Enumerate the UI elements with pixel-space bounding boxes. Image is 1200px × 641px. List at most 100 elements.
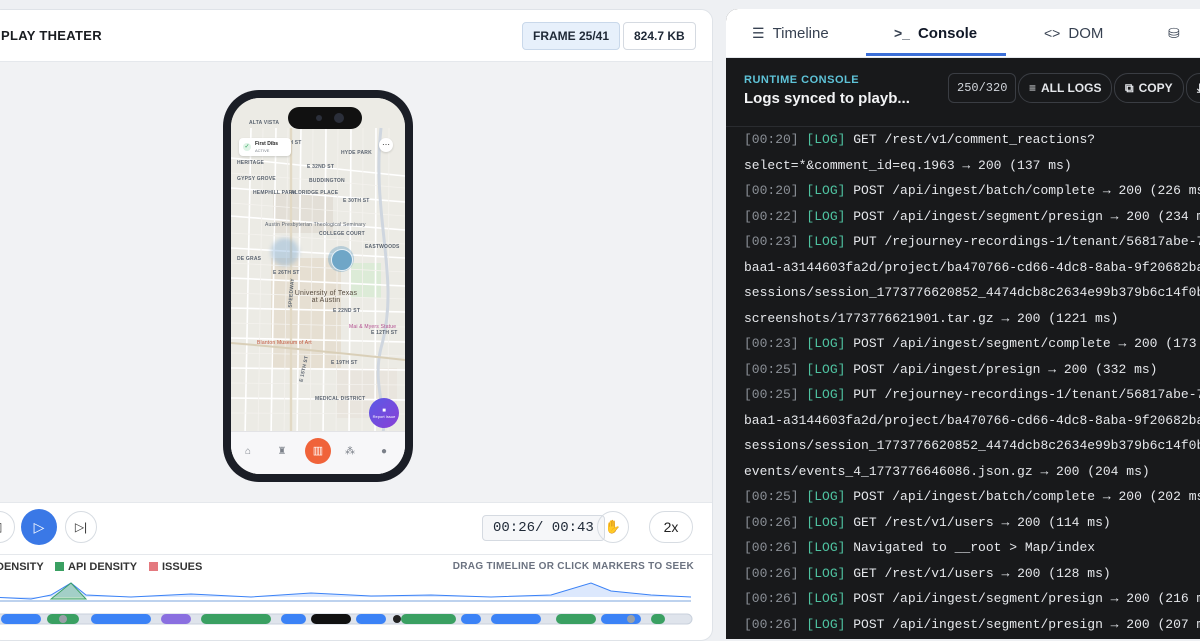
map-label: E 30TH ST [343, 198, 370, 204]
console-title: Logs synced to playb... [744, 90, 910, 107]
log-level: [LOG] [806, 361, 846, 377]
size-badge: 824.7 KB [623, 22, 696, 50]
map-label: HEMPHILL PARK [253, 190, 297, 196]
log-timestamp: [00:26] [744, 565, 799, 581]
map-label: ALDRIDGE PLACE [291, 190, 339, 196]
log-level: [LOG] [806, 336, 846, 351]
log-message: POST /api/ingest/batch/complete → 200 (2… [845, 489, 1200, 504]
speed-button[interactable]: 2x [649, 511, 693, 543]
log-level: [LOG] [806, 565, 846, 581]
log-line: [00:20] [LOG] POST /api/ingest/batch/com… [726, 178, 1200, 204]
tab-dom[interactable]: <> DOM [1044, 25, 1103, 42]
log-message: baa1-a3144603fa2d/project/ba470766-cd66-… [744, 259, 1200, 275]
log-timestamp: [00:20] [744, 132, 799, 147]
log-timestamp: [00:26] [744, 616, 799, 632]
map-label: HERITAGE [237, 160, 265, 166]
pin-icon: ✓ [243, 143, 251, 151]
all-logs-button[interactable]: ≡ ALL LOGS [1018, 73, 1113, 103]
report-issue-button[interactable]: ■ Report Issue [369, 398, 399, 428]
console-label: RUNTIME CONSOLE [744, 74, 860, 86]
card-title: First Dibs [255, 141, 279, 147]
log-line: [00:20] [LOG] GET /rest/v1/comment_react… [726, 127, 1200, 153]
legend-swatch [149, 562, 158, 571]
devtools-panel: ☰ Timeline >_ Console <> DOM ⛁ RUNTIME CONS… [726, 9, 1200, 639]
log-count: 250/320 [948, 73, 1017, 103]
density-legend: DENSITY API DENSITY ISSUES DRAG TIMELINE… [0, 555, 712, 579]
timeline-density[interactable] [0, 577, 712, 637]
log-line: screenshots/1773776621901.tar.gz → 200 (… [726, 306, 1200, 332]
log-message: GET /rest/v1/users → 200 (114 ms) [845, 514, 1111, 530]
log-message: PUT /rejourney-recordings-1/tenant/56817… [845, 234, 1200, 249]
map-label: COLLEGE COURT [319, 231, 365, 237]
map-tab-icon[interactable]: ▥ [305, 438, 331, 464]
card-subtitle: ACTIVE [255, 148, 270, 153]
log-line: [00:26] [LOG] POST /api/ingest/segment/p… [726, 612, 1200, 638]
terminal-icon: >_ [894, 25, 910, 41]
log-message: POST /api/ingest/segment/presign → 200 (… [845, 591, 1200, 606]
log-line: events/events_4_1773776646086.json.gz → … [726, 459, 1200, 485]
map-label: E 26TH ST [273, 270, 300, 276]
map-label: E 12TH ST [371, 330, 398, 336]
log-message: Navigated to __root > Map/index [845, 540, 1096, 555]
home-icon[interactable]: ⌂ [241, 445, 255, 459]
location-card[interactable]: ✓ First Dibs ACTIVE [239, 138, 291, 156]
map-label: MEDICAL DISTRICT [315, 396, 366, 402]
hand-icon[interactable]: ✋ [597, 511, 629, 543]
log-level: [LOG] [806, 234, 846, 249]
phone-screen[interactable]: ALTA VISTA HYDE PARK HERITAGE GYPSY GROV… [231, 98, 405, 474]
time-display: 00:26/ 00:43 [482, 515, 605, 541]
log-message: GET /rest/v1/comment_reactions? [845, 132, 1096, 147]
panel-title: PLAY THEATER [1, 28, 102, 43]
tab-console[interactable]: >_ Console [894, 25, 977, 42]
log-timestamp: [00:26] [744, 540, 799, 555]
skip-forward-button[interactable]: ▷| [65, 511, 97, 543]
tab-timeline[interactable]: ☰ Timeline [752, 25, 829, 42]
log-line: [00:25] [LOG] POST /api/ingest/batch/com… [726, 484, 1200, 510]
log-message: POST /api/ingest/batch/complete → 200 (2… [845, 183, 1200, 198]
location-dot [328, 246, 354, 272]
log-timestamp: [00:25] [744, 489, 799, 504]
tab-database[interactable]: ⛁ [1168, 25, 1188, 42]
log-level: [LOG] [806, 387, 846, 402]
profile-icon[interactable]: ● [377, 445, 391, 459]
log-timestamp: [00:25] [744, 361, 799, 377]
playback-controls: ▯ ▷ ▷| 00:26/ 00:43 ✋ 2x [0, 502, 712, 555]
skip-back-button[interactable]: ▯ [0, 511, 15, 543]
replay-panel: PLAY THEATER FRAME 25/41 824.7 KB ALTA V… [0, 9, 713, 641]
touch-indicator [271, 238, 299, 266]
log-timestamp: [00:25] [744, 387, 799, 402]
log-timestamp: [00:26] [744, 591, 799, 606]
log-message: PUT /rejourney-recordings-1/tenant/56817… [845, 387, 1200, 402]
log-list[interactable]: [00:20] [LOG] GET /rest/v1/comment_react… [726, 127, 1200, 637]
log-message: select=*&comment_id=eq.1963 → 200 (137 m… [744, 157, 1072, 173]
legend-api-density: API DENSITY [55, 561, 137, 573]
download-button[interactable]: ⤓ [1186, 73, 1200, 103]
seek-hint: DRAG TIMELINE OR CLICK MARKERS TO SEEK [452, 561, 694, 572]
report-label: Report Issue [372, 414, 396, 419]
chat-icon[interactable]: ⋯ [379, 138, 393, 152]
phone-notch [288, 107, 362, 129]
phone-tabbar: ⌂ ♜ ▥ ⁂ ● [231, 431, 405, 474]
copy-button[interactable]: ⧉ COPY [1114, 73, 1184, 103]
replay-stage: ALTA VISTA HYDE PARK HERITAGE GYPSY GROV… [0, 62, 712, 502]
replay-header: PLAY THEATER FRAME 25/41 824.7 KB [0, 10, 712, 62]
database-icon: ⛁ [1168, 25, 1180, 41]
log-timestamp: [00:20] [744, 183, 799, 198]
map-label: ALTA VISTA [249, 120, 280, 126]
play-button[interactable]: ▷ [21, 509, 57, 545]
map-label: E 22ND ST [333, 308, 361, 314]
devtools-tabs: ☰ Timeline >_ Console <> DOM ⛁ [726, 9, 1200, 58]
log-timestamp: [00:26] [744, 514, 799, 530]
map-label: E 32ND ST [307, 164, 335, 170]
log-line: [00:26] [LOG] Navigated to __root > Map/… [726, 535, 1200, 561]
log-level: [LOG] [806, 489, 846, 504]
code-icon: <> [1044, 25, 1061, 41]
group-icon[interactable]: ⁂ [343, 445, 357, 459]
log-level: [LOG] [806, 540, 846, 555]
log-message: baa1-a3144603fa2d/project/ba470766-cd66-… [744, 412, 1200, 428]
trophy-icon[interactable]: ♜ [275, 445, 289, 459]
log-message: POST /api/ingest/segment/presign → 200 (… [845, 616, 1200, 632]
map-label: GYPSY GROVE [237, 176, 276, 182]
log-level: [LOG] [806, 183, 846, 198]
log-line: sessions/session_1773776620852_4474dcb8c… [726, 433, 1200, 459]
